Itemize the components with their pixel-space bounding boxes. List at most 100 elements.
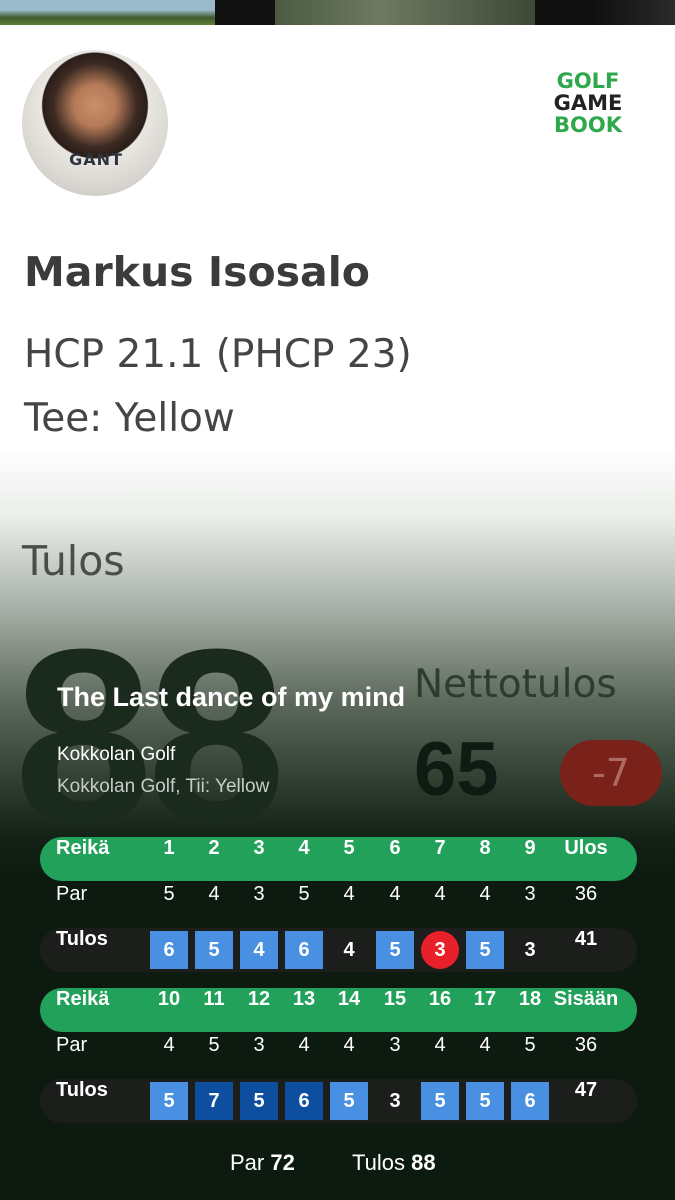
out-score-total: 41 — [574, 928, 598, 950]
player-name: Markus Isosalo — [24, 248, 370, 296]
hole-number: 15 — [383, 988, 407, 1010]
par-value: 3 — [253, 883, 265, 905]
photo-thumbnail — [275, 0, 535, 25]
hole-score: 5 — [466, 931, 504, 969]
hole-number: 7 — [434, 837, 446, 859]
hole-number: 5 — [343, 837, 355, 859]
hole-score: 5 — [150, 1082, 188, 1120]
summary-par-value: 72 — [270, 1150, 295, 1175]
par-value: 3 — [253, 1034, 265, 1056]
summary-score-value: 88 — [411, 1150, 436, 1175]
back-nine-par-row: Par 4 5 3 4 4 3 4 4 5 36 — [40, 1034, 637, 1078]
hole-score: 5 — [195, 931, 233, 969]
hole-number: 13 — [292, 988, 316, 1010]
out-total-header: Ulos — [564, 837, 608, 859]
par-value: 5 — [163, 883, 175, 905]
back-nine-hole-row: Reikä 10 11 12 13 14 15 16 17 18 Sisään — [40, 988, 637, 1032]
par-value: 3 — [524, 883, 536, 905]
logo-line-3: BOOK — [554, 113, 622, 137]
par-value: 4 — [434, 1034, 446, 1056]
hole-score: 3 — [421, 931, 459, 969]
row-label: Tulos — [56, 1079, 108, 1101]
hole-score-cell: 5 — [150, 1079, 188, 1123]
hole-score-cell: 6 — [150, 928, 188, 972]
hole-number: 4 — [298, 837, 310, 859]
hole-score: 5 — [240, 1082, 278, 1120]
back-nine-score-row: Tulos 5 7 5 6 5 3 5 5 6 47 — [40, 1079, 637, 1123]
par-value: 4 — [163, 1034, 175, 1056]
par-value: 4 — [389, 883, 401, 905]
hole-score: 6 — [285, 931, 323, 969]
hole-number: 16 — [428, 988, 452, 1010]
summary-score-label: Tulos — [352, 1150, 405, 1175]
out-par-total: 36 — [574, 883, 598, 905]
row-label: Reikä — [56, 837, 110, 859]
hole-number: 11 — [203, 988, 225, 1010]
hole-score-cell: 5 — [240, 1079, 278, 1123]
net-diff-value: -7 — [592, 751, 630, 795]
hole-score-cell: 6 — [285, 1079, 323, 1123]
hole-number: 17 — [473, 988, 497, 1010]
hole-number: 14 — [337, 988, 361, 1010]
hole-number: 8 — [479, 837, 491, 859]
hole-score: 6 — [150, 931, 188, 969]
row-label: Reikä — [56, 988, 110, 1010]
hole-score-cell: 3 — [376, 1079, 414, 1123]
front-nine-hole-row: Reikä 1 2 3 4 5 6 7 8 9 Ulos — [40, 837, 637, 881]
row-label: Tulos — [56, 928, 108, 950]
par-value: 4 — [434, 883, 446, 905]
row-label: Par — [56, 883, 88, 905]
top-photo-strip — [0, 0, 675, 25]
net-diff-badge: -7 — [560, 740, 662, 806]
hole-score: 7 — [195, 1082, 233, 1120]
round-summary: Par 72 Tulos 88 — [0, 1146, 675, 1180]
course-name: Kokkolan Golf — [57, 744, 176, 765]
avatar: GANT — [22, 50, 168, 196]
player-hcp: HCP 21.1 (PHCP 23) — [24, 332, 412, 377]
hole-score-cell: 5 — [376, 928, 414, 972]
hole-number: 3 — [253, 837, 265, 859]
hole-score-cell: 5 — [330, 1079, 368, 1123]
in-par-total: 36 — [574, 1034, 598, 1056]
hole-number: 2 — [208, 837, 220, 859]
net-score-value: 65 — [414, 727, 499, 812]
hole-score: 5 — [330, 1082, 368, 1120]
hole-score-cell: 3 — [421, 928, 459, 972]
hole-score-cell: 7 — [195, 1079, 233, 1123]
hole-score: 4 — [343, 939, 355, 961]
golfgamebook-logo: GOLF GAME BOOK — [548, 70, 628, 136]
course-detail: Kokkolan Golf, Tii: Yellow — [57, 776, 270, 797]
hole-score-cell: 6 — [285, 928, 323, 972]
hole-number: 1 — [163, 837, 175, 859]
hole-score: 5 — [466, 1082, 504, 1120]
par-value: 4 — [479, 883, 491, 905]
round-title: The Last dance of my mind — [57, 682, 406, 712]
net-score-label: Nettotulos — [414, 662, 617, 707]
result-label: Tulos — [22, 537, 125, 585]
hole-score: 4 — [240, 931, 278, 969]
par-value: 5 — [208, 1034, 220, 1056]
hole-score-cell: 4 — [330, 928, 368, 972]
par-value: 3 — [389, 1034, 401, 1056]
par-value: 5 — [524, 1034, 536, 1056]
hole-score-cell: 5 — [421, 1079, 459, 1123]
hole-number: 9 — [524, 837, 536, 859]
photo-thumbnail — [215, 0, 275, 25]
hole-score-cell: 5 — [466, 928, 504, 972]
avatar-shirt-text: GANT — [69, 150, 123, 169]
par-value: 5 — [298, 883, 310, 905]
logo-line-2: GAME — [553, 91, 623, 115]
front-nine-score-row: Tulos 6 5 4 6 4 5 3 5 3 41 — [40, 928, 637, 972]
hole-score: 5 — [421, 1082, 459, 1120]
hole-number: 6 — [389, 837, 401, 859]
hole-number: 18 — [518, 988, 542, 1010]
par-value: 4 — [343, 1034, 355, 1056]
par-value: 4 — [208, 883, 220, 905]
photo-thumbnail — [535, 0, 675, 25]
hole-score: 3 — [524, 939, 536, 961]
par-value: 4 — [298, 1034, 310, 1056]
hole-score: 6 — [285, 1082, 323, 1120]
in-total-header: Sisään — [553, 988, 619, 1010]
hole-score-cell: 3 — [511, 928, 549, 972]
summary-par: Par 72 — [230, 1150, 295, 1176]
